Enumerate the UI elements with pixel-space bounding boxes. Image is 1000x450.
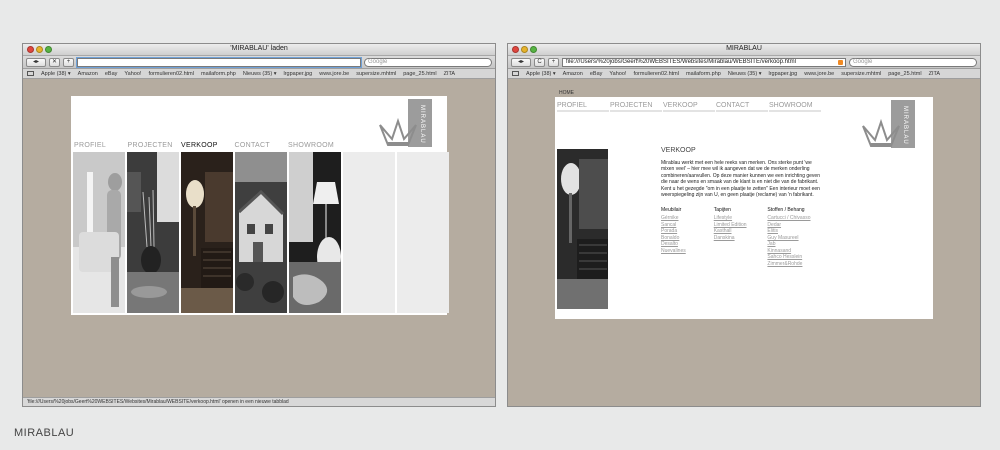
brand-link[interactable]: Danskina (714, 235, 768, 242)
address-text: file:///Users/%20jobs/Geert%20WEBSITES/W… (566, 58, 796, 65)
strip-projecten-photo[interactable] (127, 152, 179, 313)
mirablau-logo[interactable]: MIRABLAU (861, 100, 915, 148)
nav-verkoop[interactable]: VERKOOP (663, 102, 715, 112)
page-content: PROFIEL PROJECTEN VERKOOP CONTACT SHOWRO… (555, 97, 933, 319)
add-tab-icon: + (66, 58, 71, 65)
nav-projecten[interactable]: PROJECTEN (128, 142, 182, 149)
window-title: 'MIRABLAU' laden (230, 45, 288, 52)
rss-icon[interactable] (838, 59, 843, 65)
bookmark-item[interactable]: supersize.mhtml (356, 71, 396, 77)
strip-empty-2 (397, 152, 449, 313)
bookmark-item[interactable]: lrgpaper.jpg (283, 71, 312, 77)
content-column: VERKOOP Mirablau werkt met een hele reek… (661, 147, 826, 267)
nav-showroom[interactable]: SHOWROOM (769, 102, 821, 112)
nav-profiel[interactable]: PROFIEL (74, 142, 128, 149)
bookmark-item[interactable]: page_25.html (888, 71, 921, 77)
brand-link[interactable]: Zimmer&Rohde (767, 261, 826, 268)
nav-verkoop[interactable]: VERKOOP (181, 142, 235, 149)
column-title: Meubilair (661, 207, 682, 214)
brand-link[interactable]: Nuevalines (661, 248, 714, 255)
brand-column-tapijten: Tapijten Lifestyle Limited Edition Kasth… (714, 207, 768, 267)
bookmark-item[interactable]: www.jore.be (804, 71, 834, 77)
bookmark-item[interactable]: Yahoo! (609, 71, 626, 77)
crown-logo-icon (862, 118, 900, 147)
bookmark-item[interactable]: eBay (590, 71, 603, 77)
status-bar: 'file:///Users/%20jobs/Geert%20WEBSITES/… (23, 397, 495, 406)
strip-verkoop-photo[interactable] (181, 152, 233, 313)
mirablau-logo[interactable]: MIRABLAU (378, 99, 432, 147)
back-forward-button[interactable]: ◂▸ (26, 57, 46, 67)
book-icon[interactable] (512, 71, 519, 76)
bookmark-item[interactable]: Amazon (78, 71, 98, 77)
strip-empty-1 (343, 152, 395, 313)
titlebar: MIRABLAU (508, 44, 980, 56)
add-bookmark-button[interactable]: + (63, 57, 74, 67)
nav-projecten[interactable]: PROJECTEN (610, 102, 662, 112)
bookmark-item[interactable]: ZITA (444, 71, 456, 77)
image-strips (73, 152, 449, 313)
column-title: Stoffen / Behang (767, 207, 805, 214)
section-heading: VERKOOP (661, 147, 696, 154)
breadcrumb-home[interactable]: HOME (559, 90, 574, 96)
brand-column-stoffen-behang: Stoffen / Behang Cartucci / Chivasso Ded… (767, 207, 826, 267)
bookmark-item[interactable]: page_25.html (403, 71, 436, 77)
bookmarks-bar: Apple (38) ▾ Amazon eBay Yahoo! formulieren0… (23, 69, 495, 79)
nav-contact[interactable]: CONTACT (235, 142, 289, 149)
strip-showroom-photo[interactable] (289, 152, 341, 313)
forward-arrow-icon: ▸ (521, 58, 525, 65)
bookmark-item[interactable]: formulieren02.html (148, 71, 194, 77)
bookmark-item[interactable]: Amazon (563, 71, 583, 77)
bookmarks-bar: Apple (38) ▾ Amazon eBay Yahoo! formulieren0… (508, 69, 980, 79)
bookmark-item[interactable]: ZITA (929, 71, 941, 77)
bookmark-item[interactable]: eBay (105, 71, 118, 77)
bookmark-item[interactable]: supersize.mhtml (841, 71, 881, 77)
logo-wordmark: MIRABLAU (902, 106, 908, 145)
nav-contact[interactable]: CONTACT (716, 102, 768, 112)
reload-button[interactable]: C (534, 57, 545, 67)
main-nav: PROFIEL PROJECTEN VERKOOP CONTACT SHOWRO… (557, 102, 821, 112)
book-icon[interactable] (27, 71, 34, 76)
bookmark-item[interactable]: www.jore.be (319, 71, 349, 77)
window-title: MIRABLAU (726, 45, 762, 52)
titlebar: 'MIRABLAU' laden (23, 44, 495, 56)
back-forward-button[interactable]: ◂▸ (511, 57, 531, 67)
logo-wordmark: MIRABLAU (419, 105, 425, 144)
stop-icon: ✕ (51, 58, 58, 65)
bookmark-item[interactable]: Apple (38) ▾ (526, 71, 556, 77)
bookmark-item[interactable]: Nieuws (35) ▾ (243, 71, 277, 77)
bookmark-item[interactable]: mailaform.php (201, 71, 236, 77)
strip-contact-photo[interactable] (235, 152, 287, 313)
project-caption: MIRABLAU (14, 427, 75, 439)
intro-text: Mirablau werkt met een hele reeks van me… (661, 160, 820, 199)
address-bar[interactable]: file:///Users/%20jobs/Geert%20WEBSITES/W… (562, 57, 846, 67)
address-bar[interactable] (77, 57, 361, 67)
toolbar: ◂▸ C + file:///Users/%20jobs/Geert%20WEB… (508, 56, 980, 69)
crown-logo-icon (379, 117, 417, 146)
bookmark-item[interactable]: Nieuws (35) ▾ (728, 71, 762, 77)
search-field[interactable]: Google (364, 57, 492, 67)
bookmark-item[interactable]: lrgpaper.jpg (768, 71, 797, 77)
nav-profiel[interactable]: PROFIEL (557, 102, 609, 112)
forward-arrow-icon: ▸ (36, 58, 40, 65)
browser-window-right: MIRABLAU ◂▸ C + file:///Users/%20jobs/Ge… (507, 43, 981, 407)
bookmark-item[interactable]: formulieren02.html (633, 71, 679, 77)
page-content: MIRABLAU PROFIEL PROJECTEN VERKOOP CONTA… (71, 96, 449, 315)
toolbar: ◂▸ ✕ + Google (23, 56, 495, 69)
browser-window-left: 'MIRABLAU' laden ◂▸ ✕ + Google Apple (38… (22, 43, 496, 407)
strip-profiel-photo[interactable] (73, 152, 125, 313)
main-nav: PROFIEL PROJECTEN VERKOOP CONTACT SHOWRO… (74, 142, 342, 149)
brand-column-meubilair: Meubilair Gérnike Sancal Porada Bonaldo … (661, 207, 714, 267)
add-bookmark-button[interactable]: + (548, 57, 559, 67)
bookmark-item[interactable]: Yahoo! (124, 71, 141, 77)
add-tab-icon: + (551, 58, 556, 65)
bookmark-item[interactable]: Apple (38) ▾ (41, 71, 71, 77)
search-field[interactable]: Google (849, 57, 977, 67)
brand-columns: Meubilair Gérnike Sancal Porada Bonaldo … (661, 207, 826, 267)
column-title: Tapijten (713, 207, 731, 214)
stop-button[interactable]: ✕ (49, 57, 60, 67)
reload-icon: C (537, 58, 542, 65)
verkoop-photo (557, 149, 608, 309)
nav-showroom[interactable]: SHOWROOM (288, 142, 342, 149)
bookmark-item[interactable]: mailaform.php (686, 71, 721, 77)
